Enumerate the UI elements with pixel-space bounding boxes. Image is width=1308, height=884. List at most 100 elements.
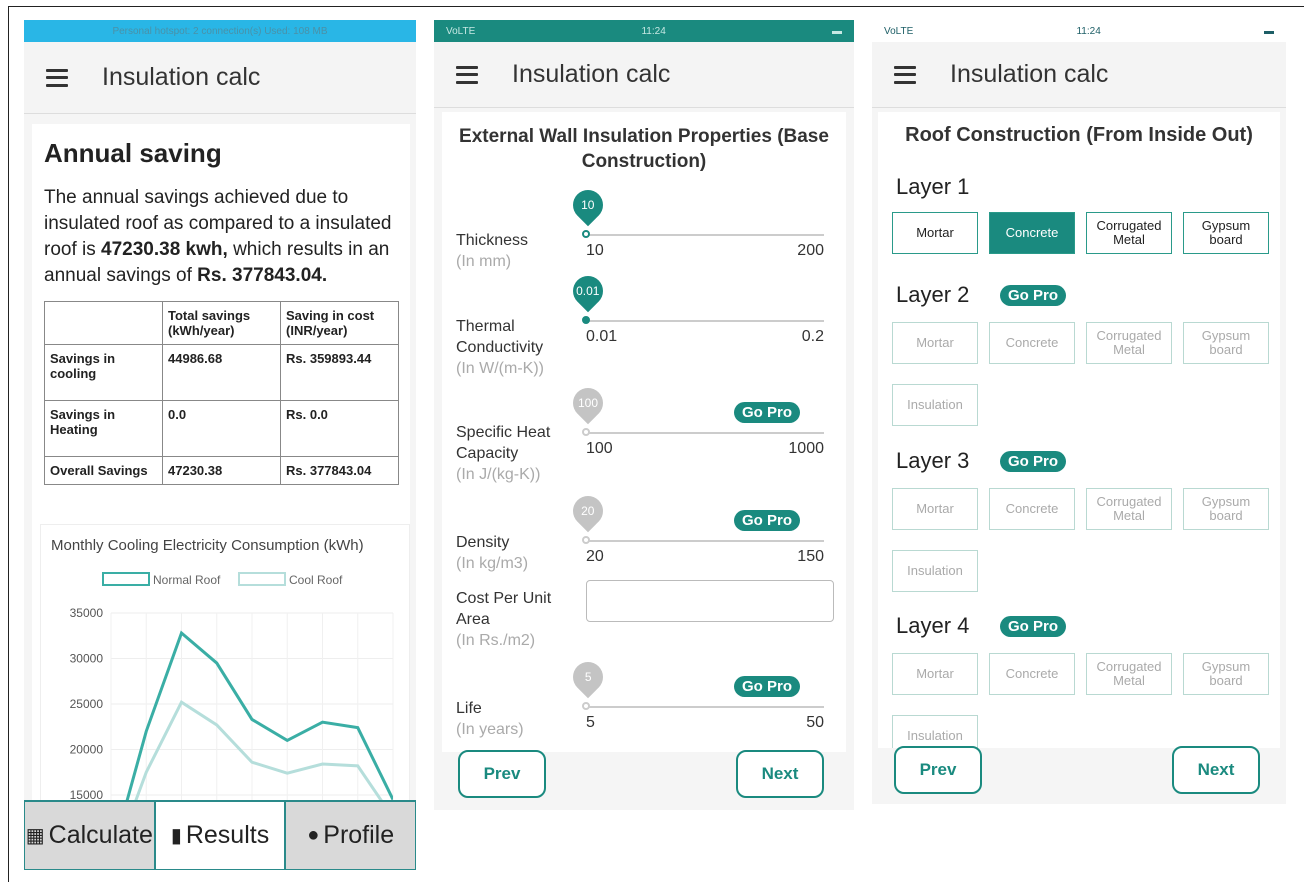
app-bar: Insulation calc <box>24 42 416 114</box>
layer-1-concrete[interactable]: Concrete <box>989 212 1075 254</box>
layer-2-corrugated-metal: Corrugated Metal <box>1086 322 1172 364</box>
heat-capacity-slider[interactable]: 100 Go Pro 100 1000 <box>566 381 824 480</box>
go-pro-badge[interactable]: Go Pro <box>734 676 801 697</box>
layer-1-corrugated-metal[interactable]: Corrugated Metal <box>1086 212 1172 254</box>
table-cell: Rs. 359893.44 <box>280 344 399 401</box>
slider-thumb[interactable] <box>582 316 590 324</box>
life-slider[interactable]: 5 Go Pro 5 50 <box>566 655 824 752</box>
kwh-value: 47230.38 kwh, <box>101 239 228 260</box>
go-pro-badge[interactable]: Go Pro <box>734 402 801 423</box>
results-tab[interactable]: ▮ Results <box>154 801 286 870</box>
thickness-slider[interactable]: 10 10 200 <box>566 183 824 282</box>
table-cell: Savings in cooling <box>44 344 163 401</box>
rs-value: Rs. 377843.04. <box>197 265 328 286</box>
layer-1-gypsum-board[interactable]: Gypsum board <box>1183 212 1269 254</box>
slider-max: 1000 <box>788 440 824 457</box>
density-slider[interactable]: 20 Go Pro 20 150 <box>566 489 824 588</box>
go-pro-badge[interactable]: Go Pro <box>1000 285 1067 306</box>
heat-capacity-label: Specific Heat Capacity (In J/(kg-K)) <box>456 422 571 485</box>
chart-svg: 3500030000250002000015000Normal Roof Cool… <box>70 572 394 815</box>
life-row: Life (In years) 5 Go Pro 5 50 <box>456 655 836 754</box>
slider-min: 20 <box>586 548 604 565</box>
hotspot-status: Personal hotspot: 2 connection(s) Used: … <box>112 25 328 37</box>
table-header: Saving in cost (INR/year) <box>280 301 399 345</box>
field-unit: (In years) <box>456 721 524 738</box>
y-tick-label: 25000 <box>70 697 104 711</box>
slider-track <box>586 432 824 434</box>
prev-button[interactable]: Prev <box>458 750 546 798</box>
table-header-row: Total savings (kWh/year) Saving in cost … <box>44 301 399 345</box>
roof-construction-screen: VoLTE 11:24 ▬ Insulation calc Roof Const… <box>872 20 1286 804</box>
go-pro-badge[interactable]: Go Pro <box>1000 616 1067 637</box>
table-row: Savings in cooling 44986.68 Rs. 359893.4… <box>44 344 399 401</box>
user-icon: ● <box>307 824 320 846</box>
cost-label: Cost Per Unit Area (In Rs./m2) <box>456 588 566 651</box>
battery-icon: ▬ <box>831 25 842 37</box>
thickness-label: Thickness (In mm) <box>456 230 528 272</box>
table-cell: Rs. 0.0 <box>280 400 399 457</box>
table-cell: 0.0 <box>162 400 281 457</box>
annual-saving-heading: Annual saving <box>44 138 222 168</box>
menu-icon[interactable] <box>894 65 916 84</box>
network-status: VoLTE <box>884 25 914 37</box>
slider-thumb[interactable] <box>582 230 590 238</box>
menu-icon[interactable] <box>46 68 68 87</box>
field-unit: (In kg/m3) <box>456 555 529 572</box>
legend-swatch <box>238 572 286 586</box>
prev-button[interactable]: Prev <box>894 746 982 794</box>
layer-1-mortar[interactable]: Mortar <box>892 212 978 254</box>
status-bar: Personal hotspot: 2 connection(s) Used: … <box>24 20 416 42</box>
calculator-icon: ▦ <box>25 825 45 847</box>
heat-capacity-pin: 100 <box>566 381 610 425</box>
layer-3-corrugated-metal: Corrugated Metal <box>1086 488 1172 530</box>
slider-max: 200 <box>797 242 824 259</box>
layer-3-mortar: Mortar <box>892 488 978 530</box>
app-bar: Insulation calc <box>434 42 854 108</box>
field-label: Specific Heat Capacity <box>456 424 551 462</box>
layer-2-label: Layer 2 <box>896 282 970 307</box>
conductivity-slider[interactable]: 0.01 0.01 0.2 <box>566 269 824 368</box>
legend-label: Normal Roof <box>153 573 221 587</box>
properties-heading: External Wall Insulation Properties (Bas… <box>459 126 829 172</box>
next-button[interactable]: Next <box>736 750 824 798</box>
go-pro-badge[interactable]: Go Pro <box>1000 451 1067 472</box>
calculate-tab[interactable]: ▦ Calculate <box>24 801 155 870</box>
profile-tab[interactable]: ● Profile <box>285 801 416 870</box>
slider-max: 150 <box>797 548 824 565</box>
table-row: Overall Savings 47230.38 Rs. 377843.04 <box>44 456 399 485</box>
density-label: Density (In kg/m3) <box>456 532 528 574</box>
go-pro-badge[interactable]: Go Pro <box>734 510 801 531</box>
table-row: Savings in Heating 0.0 Rs. 0.0 <box>44 400 399 457</box>
layer-4-gypsum-board: Gypsum board <box>1183 653 1269 695</box>
status-bar: VoLTE 11:24 ▬ <box>434 20 854 42</box>
y-tick-label: 20000 <box>70 743 104 757</box>
pin-value: 0.01 <box>576 284 600 299</box>
slider-min: 5 <box>586 714 595 731</box>
pin-value: 10 <box>581 198 595 213</box>
life-label: Life (In years) <box>456 698 524 740</box>
table-header <box>44 301 163 345</box>
table-cell: Overall Savings <box>44 456 163 485</box>
bar-chart-icon: ▮ <box>170 825 182 847</box>
properties-card: External Wall Insulation Properties (Bas… <box>442 112 846 752</box>
pin-value: 20 <box>581 504 595 519</box>
thickness-pin: 10 <box>566 183 610 227</box>
slider-max: 0.2 <box>801 328 824 345</box>
menu-icon[interactable] <box>456 65 478 84</box>
next-button[interactable]: Next <box>1172 746 1260 794</box>
battery-icon: ▬ <box>1263 25 1274 37</box>
layer-4-corrugated-metal: Corrugated Metal <box>1086 653 1172 695</box>
field-label: Cost Per Unit Area <box>456 590 552 628</box>
layer-2-concrete: Concrete <box>989 322 1075 364</box>
slider-max: 50 <box>806 714 824 731</box>
slider-track <box>586 706 824 708</box>
conductivity-label: Thermal Conductivity (In W/(m-K)) <box>456 316 566 379</box>
table-cell: Rs. 377843.04 <box>280 456 399 485</box>
density-pin: 20 <box>566 489 610 533</box>
field-unit: (In Rs./m2) <box>456 632 536 649</box>
field-unit: (In mm) <box>456 253 512 270</box>
cost-input[interactable] <box>586 580 834 622</box>
table-cell: Savings in Heating <box>44 400 163 457</box>
layer-3-label: Layer 3 <box>896 448 970 473</box>
slider-track <box>586 234 824 236</box>
